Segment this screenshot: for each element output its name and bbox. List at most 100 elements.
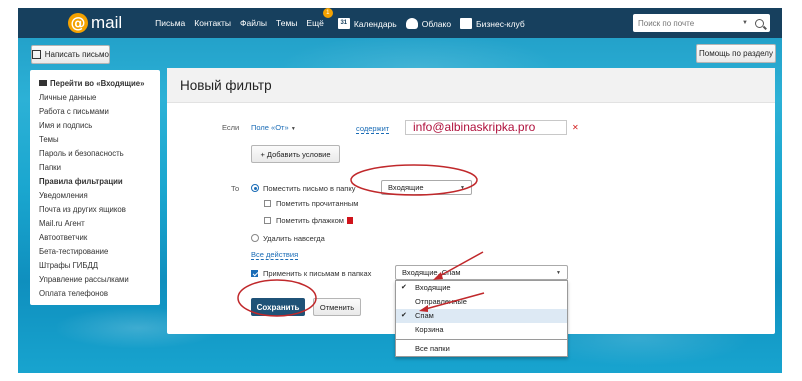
check-icon: ✔ xyxy=(401,284,407,291)
mark-read-label: Пометить прочитанным xyxy=(276,199,359,208)
compose-icon xyxy=(32,50,41,59)
briefcase-icon xyxy=(460,17,473,29)
mail-window: @ mail Письма Контакты Файлы Темы Ещё 1 … xyxy=(18,8,782,373)
chevron-down-icon: ▼ xyxy=(290,126,296,132)
sidebar-item-phone-payment[interactable]: Оплата телефонов xyxy=(30,287,160,301)
dropdown-item-label: Спам xyxy=(415,311,434,320)
at-logo-icon: @ xyxy=(68,13,88,33)
search-input[interactable] xyxy=(638,18,738,28)
chevron-down-icon: ▼ xyxy=(460,184,465,191)
search-box: ▼ xyxy=(633,14,770,32)
sidebar-item-beta[interactable]: Бета-тестирование xyxy=(30,245,160,259)
apply-folders-select[interactable]: Входящие, Спам ▼ xyxy=(395,265,568,280)
remove-condition-icon[interactable]: ✕ xyxy=(572,123,579,132)
sidebar-item-filter-rules[interactable]: Правила фильтрации xyxy=(30,175,160,189)
nav-item-more[interactable]: Ещё 1 xyxy=(306,8,333,28)
delete-forever-label: Удалить навсегда xyxy=(263,234,325,243)
field-selector-label: Поле «От» xyxy=(251,123,289,132)
then-label: То xyxy=(231,184,240,193)
add-condition-button[interactable]: + Добавить условие xyxy=(251,145,340,163)
help-button[interactable]: Помощь по разделу xyxy=(696,44,776,63)
nav-item-cloud[interactable]: Облако xyxy=(405,17,452,29)
mark-flag-checkbox[interactable] xyxy=(264,217,271,224)
page-title: Новый фильтр xyxy=(167,68,775,103)
mark-read-option[interactable]: Пометить прочитанным xyxy=(264,199,358,208)
move-to-folder-label: Поместить письмо в папку xyxy=(263,184,356,193)
field-selector[interactable]: Поле «От» ▼ xyxy=(251,123,296,132)
nav-item-contacts[interactable]: Контакты xyxy=(194,18,231,28)
help-button-label: Помощь по разделу xyxy=(699,49,773,58)
flag-icon xyxy=(346,217,353,224)
apply-folders-select-value: Входящие, Спам xyxy=(402,268,461,277)
settings-sidebar: Перейти во «Входящие» Личные данные Рабо… xyxy=(30,70,160,305)
sidebar-item-go-inbox[interactable]: Перейти во «Входящие» xyxy=(30,77,160,91)
nav-item-business[interactable]: Бизнес-клуб xyxy=(460,17,525,29)
apply-to-folders-label: Применить к письмам в папках xyxy=(263,269,372,278)
mark-read-checkbox[interactable] xyxy=(264,200,271,207)
sidebar-item-agent[interactable]: Mail.ru Агент xyxy=(30,217,160,231)
notification-badge: 1 xyxy=(322,8,333,18)
envelope-icon xyxy=(39,80,47,86)
move-radio[interactable] xyxy=(251,184,259,192)
sidebar-item-themes[interactable]: Темы xyxy=(30,133,160,147)
chevron-down-icon[interactable]: ▼ xyxy=(742,20,748,26)
filter-panel: Новый фильтр Если Поле «От» ▼ содержит i… xyxy=(167,68,775,357)
logo-text: mail xyxy=(91,13,123,32)
sidebar-item-folders[interactable]: Папки xyxy=(30,161,160,175)
dropdown-item-label: Отправленные xyxy=(415,297,467,306)
all-actions-link[interactable]: Все действия xyxy=(251,250,299,260)
sidebar-item-mail-handling[interactable]: Работа с письмами xyxy=(30,105,160,119)
dropdown-item-all-folders[interactable]: Все папки xyxy=(396,342,567,356)
delete-radio[interactable] xyxy=(251,234,259,242)
check-icon: ✔ xyxy=(401,312,407,319)
delete-forever-option[interactable]: Удалить навсегда xyxy=(251,234,325,243)
dropdown-item-trash[interactable]: Корзина xyxy=(396,323,567,337)
chevron-down-icon: ▼ xyxy=(556,269,561,276)
dropdown-divider xyxy=(396,339,567,340)
search-icon[interactable] xyxy=(754,18,764,28)
nav-item-files[interactable]: Файлы xyxy=(240,18,267,28)
apply-checkbox[interactable] xyxy=(251,270,258,277)
save-button[interactable]: Сохранить xyxy=(251,298,305,316)
sidebar-item-other-mailboxes[interactable]: Почта из других ящиков xyxy=(30,203,160,217)
dropdown-item-spam[interactable]: ✔ Спам xyxy=(396,309,567,323)
folder-select[interactable]: Входящие ▼ xyxy=(381,180,472,195)
cancel-button[interactable]: Отменить xyxy=(313,298,361,316)
if-label: Если xyxy=(222,123,240,132)
nav-item-business-label: Бизнес-клуб xyxy=(476,18,525,29)
nav-item-more-label: Ещё xyxy=(306,18,324,28)
calendar-icon xyxy=(337,17,350,29)
top-bar: @ mail Письма Контакты Файлы Темы Ещё 1 … xyxy=(18,8,782,38)
mark-flag-option[interactable]: Пометить флажком xyxy=(264,216,353,225)
nav-item-calendar-label: Календарь xyxy=(353,18,397,29)
compose-button-label: Написать письмо xyxy=(44,50,109,59)
apply-to-folders-option[interactable]: Применить к письмам в папках xyxy=(251,269,371,278)
dropdown-item-label: Все папки xyxy=(415,344,450,353)
mail-logo[interactable]: @ mail xyxy=(68,13,122,33)
folder-select-value: Входящие xyxy=(388,183,424,192)
move-to-folder-option[interactable]: Поместить письмо в папку xyxy=(251,184,356,193)
nav-item-cloud-label: Облако xyxy=(421,18,452,29)
sidebar-item-traffic-fines[interactable]: Штрафы ГИБДД xyxy=(30,259,160,273)
condition-value-input[interactable]: info@albinaskripka.pro xyxy=(405,120,567,135)
dropdown-item-sent[interactable]: Отправленные xyxy=(396,295,567,309)
sidebar-item-personal-data[interactable]: Личные данные xyxy=(30,91,160,105)
sidebar-item-notifications[interactable]: Уведомления xyxy=(30,189,160,203)
folders-dropdown: ✔ Входящие Отправленные ✔ Спам Корзина Все… xyxy=(395,280,568,357)
dropdown-item-label: Входящие xyxy=(415,283,451,292)
sidebar-item-autoresponder[interactable]: Автоответчик xyxy=(30,231,160,245)
dropdown-item-label: Корзина xyxy=(415,325,444,334)
nav-item-letters[interactable]: Письма xyxy=(155,18,185,28)
cloud-icon xyxy=(405,17,418,29)
condition-selector[interactable]: содержит xyxy=(356,124,390,134)
nav-item-themes[interactable]: Темы xyxy=(276,18,297,28)
nav-item-calendar[interactable]: Календарь xyxy=(337,17,397,29)
mark-flag-label: Пометить флажком xyxy=(276,216,344,225)
compose-button[interactable]: Написать письмо xyxy=(31,45,110,64)
sidebar-item-name-signature[interactable]: Имя и подпись xyxy=(30,119,160,133)
sidebar-item-security[interactable]: Пароль и безопасность xyxy=(30,147,160,161)
sidebar-item-label: Перейти во «Входящие» xyxy=(50,79,145,88)
main-nav: Письма Контакты Файлы Темы Ещё 1 Календа… xyxy=(155,8,534,29)
dropdown-item-inbox[interactable]: ✔ Входящие xyxy=(396,281,567,295)
sidebar-item-newsletters[interactable]: Управление рассылками xyxy=(30,273,160,287)
